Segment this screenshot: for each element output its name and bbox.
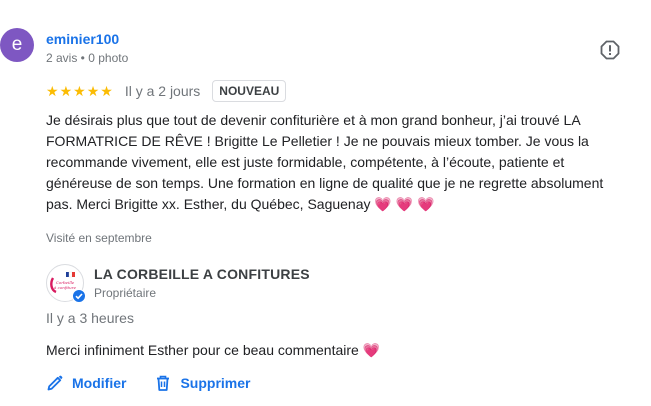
report-flag-icon bbox=[600, 40, 620, 60]
edit-button[interactable]: Modifier bbox=[46, 374, 126, 392]
new-badge: NOUVEAU bbox=[212, 80, 287, 102]
star-rating: ★ ★ ★ ★ ★ bbox=[46, 84, 113, 98]
star-icon: ★ bbox=[86, 83, 100, 99]
visited-info: Visité en septembre bbox=[46, 231, 152, 245]
owner-avatar[interactable]: Corbeille à confiture bbox=[46, 264, 86, 303]
star-icon: ★ bbox=[73, 83, 86, 99]
reply-actions: Modifier Supprimer bbox=[46, 374, 250, 392]
author-name[interactable]: eminier100 bbox=[46, 31, 119, 47]
author-avatar[interactable]: e bbox=[0, 28, 34, 62]
reply-text: Merci infiniment Esther pour ce beau com… bbox=[46, 342, 381, 358]
pencil-icon bbox=[47, 375, 63, 391]
owner-name: LA CORBEILLE A CONFITURES bbox=[94, 266, 310, 282]
rating-row: ★ ★ ★ ★ ★ Il y a 2 jours NOUVEAU bbox=[46, 80, 287, 102]
report-button[interactable] bbox=[600, 40, 620, 60]
review-card: e eminier100 2 avis • 0 photo ★ ★ ★ ★ ★ Il y… bbox=[0, 0, 651, 406]
delete-label: Supprimer bbox=[180, 375, 251, 391]
star-icon: ★ bbox=[59, 83, 73, 99]
star-icon: ★ bbox=[100, 83, 113, 99]
review-text: Je désirais plus que tout de devenir con… bbox=[46, 112, 604, 212]
verified-badge-icon bbox=[72, 289, 86, 303]
review-date: Il y a 2 jours bbox=[124, 83, 201, 99]
reply-date: Il y a 3 heures bbox=[46, 310, 134, 326]
delete-button[interactable]: Supprimer bbox=[154, 374, 250, 392]
star-icon: ★ bbox=[46, 83, 59, 99]
trash-icon bbox=[157, 375, 170, 391]
author-meta: 2 avis • 0 photo bbox=[46, 51, 129, 65]
edit-label: Modifier bbox=[72, 375, 127, 391]
owner-role: Propriétaire bbox=[94, 286, 157, 300]
